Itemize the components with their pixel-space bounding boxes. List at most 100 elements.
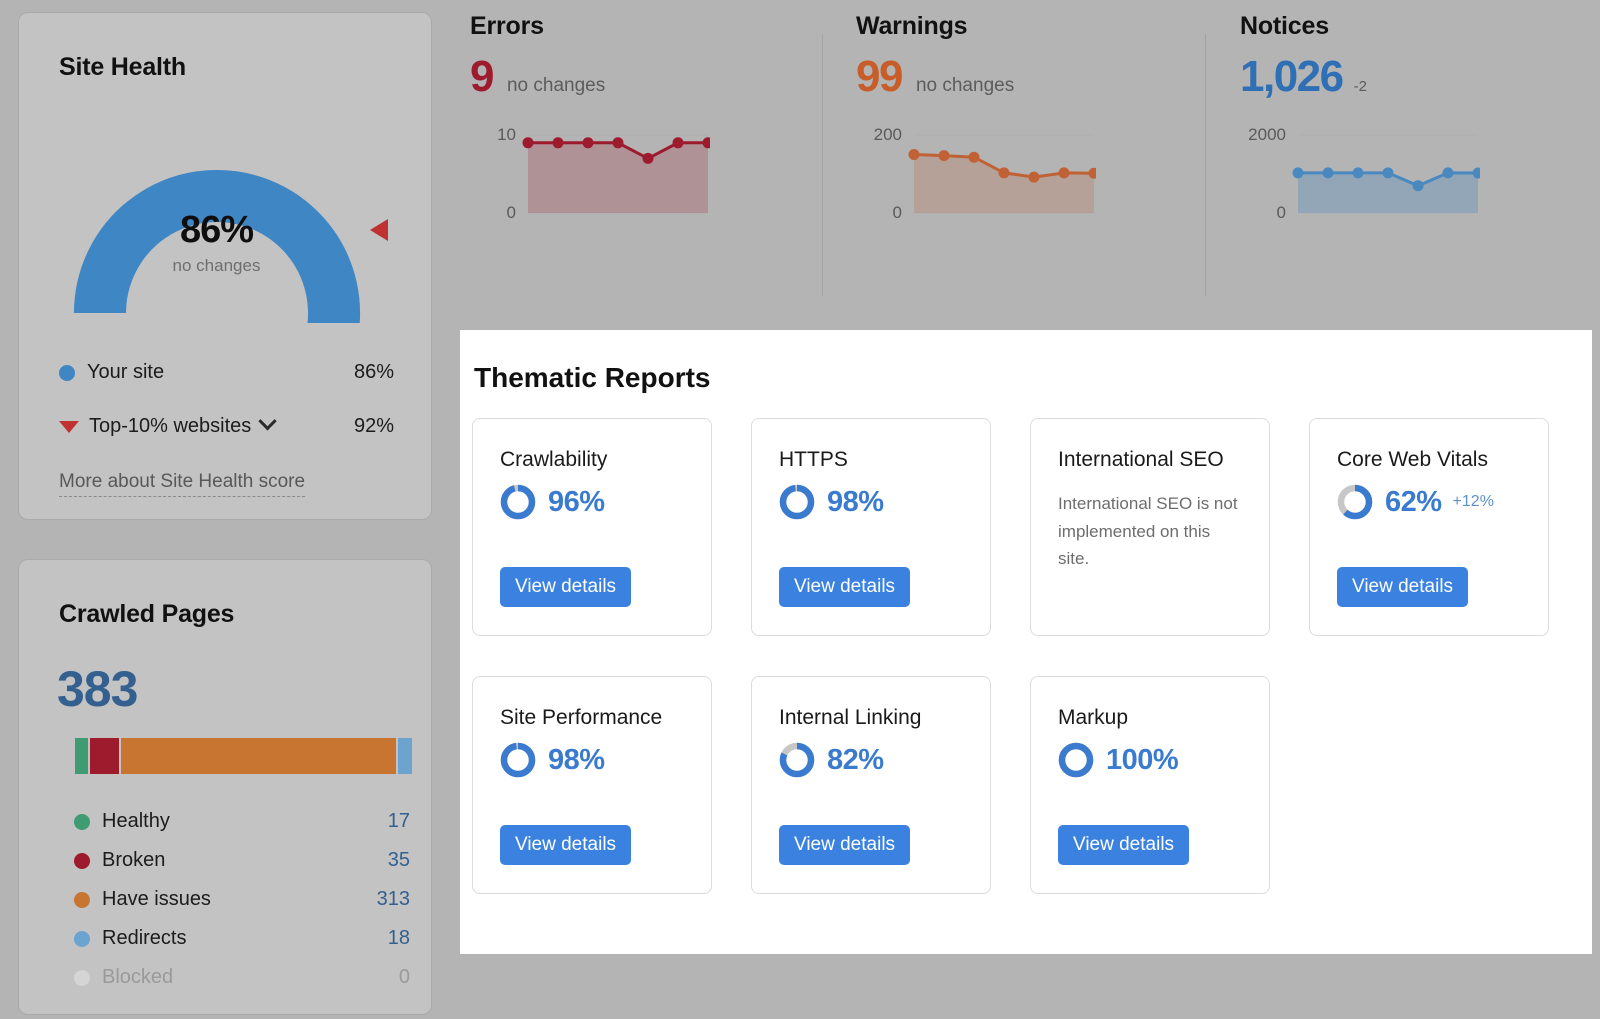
report-card-title: Site Performance (500, 706, 663, 729)
report-card-score-row: 96% (500, 484, 684, 520)
crawled-pages-status-value: 35 (387, 849, 410, 871)
sparkline-ytick-min: 0 (506, 203, 516, 222)
sparkline-point (908, 149, 920, 160)
metric-notices: Notices 1,026 -2 2000 0 (1240, 12, 1580, 312)
chevron-down-icon[interactable] (258, 412, 278, 431)
sparkline-point (1382, 167, 1394, 179)
crawled-pages-legend-row[interactable]: Healthy 17 (74, 810, 410, 833)
crawled-pages-status-label: Broken (102, 849, 166, 871)
report-card-crawlability[interactable]: Crawlability 96% View details (472, 418, 712, 636)
sparkline-point (582, 137, 594, 149)
metric-warnings-delta: no changes (915, 75, 1015, 96)
sparkline-point (1352, 167, 1364, 179)
metric-notices-delta: -2 (1353, 78, 1367, 95)
metric-warnings-title: Warnings (856, 12, 968, 40)
status-color-dot (74, 852, 90, 869)
report-card-score-row: 100% (1058, 742, 1242, 778)
site-health-panel: Site Health 86% no changes Your site 86% (18, 12, 432, 520)
report-card-title: International SEO (1058, 448, 1224, 471)
sparkline-point (522, 137, 534, 149)
audit-dashboard: Site Health 86% no changes Your site 86% (0, 0, 1600, 1019)
more-about-site-health-link[interactable]: More about Site Health score (59, 471, 306, 497)
metric-notices-value: 1,026 (1240, 52, 1344, 101)
site-health-score-change: no changes (172, 256, 261, 275)
sparkline-point (1028, 171, 1040, 183)
crawled-pages-legend-row[interactable]: Blocked 0 (74, 966, 410, 989)
view-details-button[interactable]: View details (779, 567, 911, 607)
metric-errors-delta: no changes (506, 75, 606, 96)
report-card-markup[interactable]: Markup 100% View details (1030, 676, 1270, 894)
legend-row-your-site: Your site 86% (59, 361, 394, 384)
warnings-sparkline: 200 0 (856, 125, 1186, 240)
crawled-pages-status-value: 17 (387, 810, 410, 832)
report-card-https[interactable]: HTTPS 98% View details (751, 418, 991, 636)
crawled-pages-legend-row[interactable]: Redirects 18 (74, 927, 410, 950)
sparkline-ytick-max: 2000 (1248, 125, 1286, 144)
report-card-title: Core Web Vitals (1337, 448, 1488, 471)
sparkline-point (552, 137, 564, 149)
report-card-percent: 98% (827, 485, 884, 518)
triangle-down-icon (59, 420, 79, 433)
score-donut-icon (1337, 485, 1373, 520)
crawled-pages-title: Crawled Pages (59, 600, 235, 628)
metric-warnings-row: 99 no changes (856, 55, 1186, 99)
score-donut-icon (779, 485, 815, 520)
report-card-internal-linking[interactable]: Internal Linking 82% View details (751, 676, 991, 894)
your-site-value: 86% (353, 361, 394, 383)
legend-row-top-10-websites[interactable]: Top-10% websites 92% (59, 412, 394, 438)
view-details-button[interactable]: View details (779, 825, 911, 865)
notices-sparkline: 2000 0 (1240, 125, 1580, 240)
report-card-score-row: 98% (779, 484, 963, 520)
report-card-score-row: 82% (779, 742, 963, 778)
sparkline-ytick-max: 10 (497, 125, 516, 144)
sparkline-point (1322, 167, 1334, 179)
report-card-score-row: 62% +12% (1337, 484, 1521, 520)
metric-errors-value: 9 (470, 52, 494, 101)
report-card-percent: 82% (827, 743, 884, 776)
report-card-score-row: 98% (500, 742, 684, 778)
crawled-pages-stacked-bar (75, 738, 414, 774)
metric-notices-row: 1,026 -2 (1240, 55, 1580, 99)
score-donut-icon (500, 485, 536, 520)
report-card-percent: 62% (1385, 485, 1442, 518)
thematic-reports-title: Thematic Reports (474, 362, 711, 393)
sparkline-point (1442, 167, 1454, 179)
report-card-title: HTTPS (779, 448, 848, 471)
benchmark-pointer-icon (370, 219, 388, 241)
report-card-site-performance[interactable]: Site Performance 98% View details (472, 676, 712, 894)
crawled-pages-status-value: 18 (387, 927, 410, 949)
report-card-international-seo[interactable]: International SEO International SEO is no… (1030, 418, 1270, 636)
errors-sparkline: 10 0 (470, 125, 800, 240)
sparkline-ytick-max: 200 (873, 125, 902, 144)
view-details-button[interactable]: View details (1337, 567, 1469, 607)
metric-warnings-value: 99 (856, 52, 903, 101)
score-donut-icon (1058, 743, 1094, 778)
sparkline-point (998, 167, 1010, 179)
crawled-pages-legend-row[interactable]: Broken 35 (74, 849, 410, 872)
view-details-button[interactable]: View details (1058, 825, 1190, 865)
report-card-title: Crawlability (500, 448, 608, 471)
sparkline-point (1058, 167, 1070, 179)
status-color-dot (74, 969, 90, 986)
report-card-note: International SEO is not implemented on … (1058, 494, 1238, 568)
sparkline-ytick-min: 0 (1276, 203, 1286, 222)
site-health-title: Site Health (59, 53, 186, 81)
report-card-core-web-vitals[interactable]: Core Web Vitals 62% +12% View details (1309, 418, 1549, 636)
status-color-dot (74, 891, 90, 908)
metric-divider-2 (1205, 34, 1206, 296)
your-site-label: Your site (87, 361, 165, 383)
view-details-button[interactable]: View details (500, 567, 632, 607)
crawled-pages-legend-row[interactable]: Have issues 313 (74, 888, 410, 911)
sparkline-point (938, 150, 950, 162)
view-details-button[interactable]: View details (500, 825, 632, 865)
report-card-title: Markup (1058, 706, 1129, 729)
crawled-pages-status-label: Redirects (102, 927, 187, 949)
sparkline-point (672, 137, 684, 149)
metric-notices-title: Notices (1240, 12, 1329, 40)
report-card-percent: 100% (1106, 743, 1179, 776)
crawled-pages-panel: Crawled Pages 383 Healthy 17 Broken 35 Have … (18, 559, 432, 1015)
sparkline-point (968, 151, 980, 163)
score-donut-icon (500, 743, 536, 778)
status-color-dot (74, 930, 90, 947)
crawled-pages-status-label: Have issues (102, 888, 211, 910)
